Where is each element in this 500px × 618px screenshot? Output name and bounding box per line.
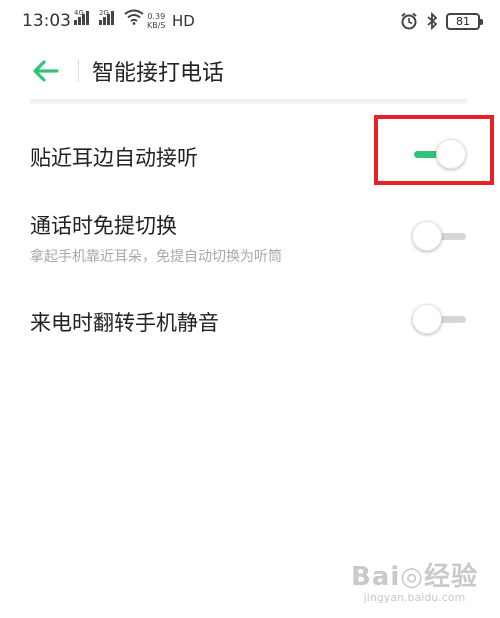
page-title: 智能接打电话: [92, 61, 225, 86]
setting-row-speaker-switch[interactable]: 通话时免提切换 拿起手机靠近耳朵，免提自动切换为听筒: [0, 200, 500, 276]
baidu-watermark: Bai◎经验 jingyan.baidu.com: [351, 556, 478, 604]
sim2-tag: 2G: [99, 9, 109, 17]
watermark-url: jingyan.baidu.com: [363, 591, 466, 604]
bluetooth-icon: [427, 12, 438, 30]
signal-sim1-icon: 4G: [74, 9, 89, 25]
app-bar: 智能接打电话: [0, 44, 500, 100]
title-divider: [78, 60, 79, 82]
toggle-knob: [412, 304, 442, 334]
setting-row-flip-mute[interactable]: 来电时翻转手机静音: [0, 288, 500, 352]
arrow-left-icon[interactable]: [30, 56, 60, 86]
setting-subtitle: 拿起手机靠近耳朵，免提自动切换为听筒: [30, 249, 282, 265]
alarm-icon: [401, 12, 417, 30]
battery-icon: 81: [446, 12, 483, 30]
header-separator: [30, 99, 467, 104]
speaker-switch-toggle[interactable]: [412, 219, 468, 253]
sim1-tag: 4G: [74, 9, 84, 17]
network-speed: 0.39 KB/S: [147, 12, 166, 30]
setting-title: 通话时免提切换: [30, 214, 177, 238]
wifi-icon: [124, 9, 144, 25]
speed-value: 0.39: [147, 12, 166, 21]
status-right: 81: [400, 12, 483, 30]
watermark-logo: Bai◎经验: [351, 562, 478, 592]
status-bar: 13:03 4G 2G 0.39 KB/S HD 81: [0, 0, 500, 44]
battery-level: 81: [456, 14, 470, 28]
speed-unit: KB/S: [147, 21, 166, 30]
highlight-box: [374, 115, 494, 185]
status-time: 13:03: [22, 11, 71, 31]
signal-sim2-icon: 2G: [99, 9, 114, 25]
setting-title: 来电时翻转手机静音: [30, 311, 219, 335]
toggle-knob: [412, 221, 442, 251]
network-indicators: 4G 2G: [74, 9, 144, 25]
setting-title: 贴近耳边自动接听: [30, 146, 198, 170]
flip-mute-toggle[interactable]: [412, 302, 468, 336]
hd-indicator: HD: [172, 12, 195, 30]
